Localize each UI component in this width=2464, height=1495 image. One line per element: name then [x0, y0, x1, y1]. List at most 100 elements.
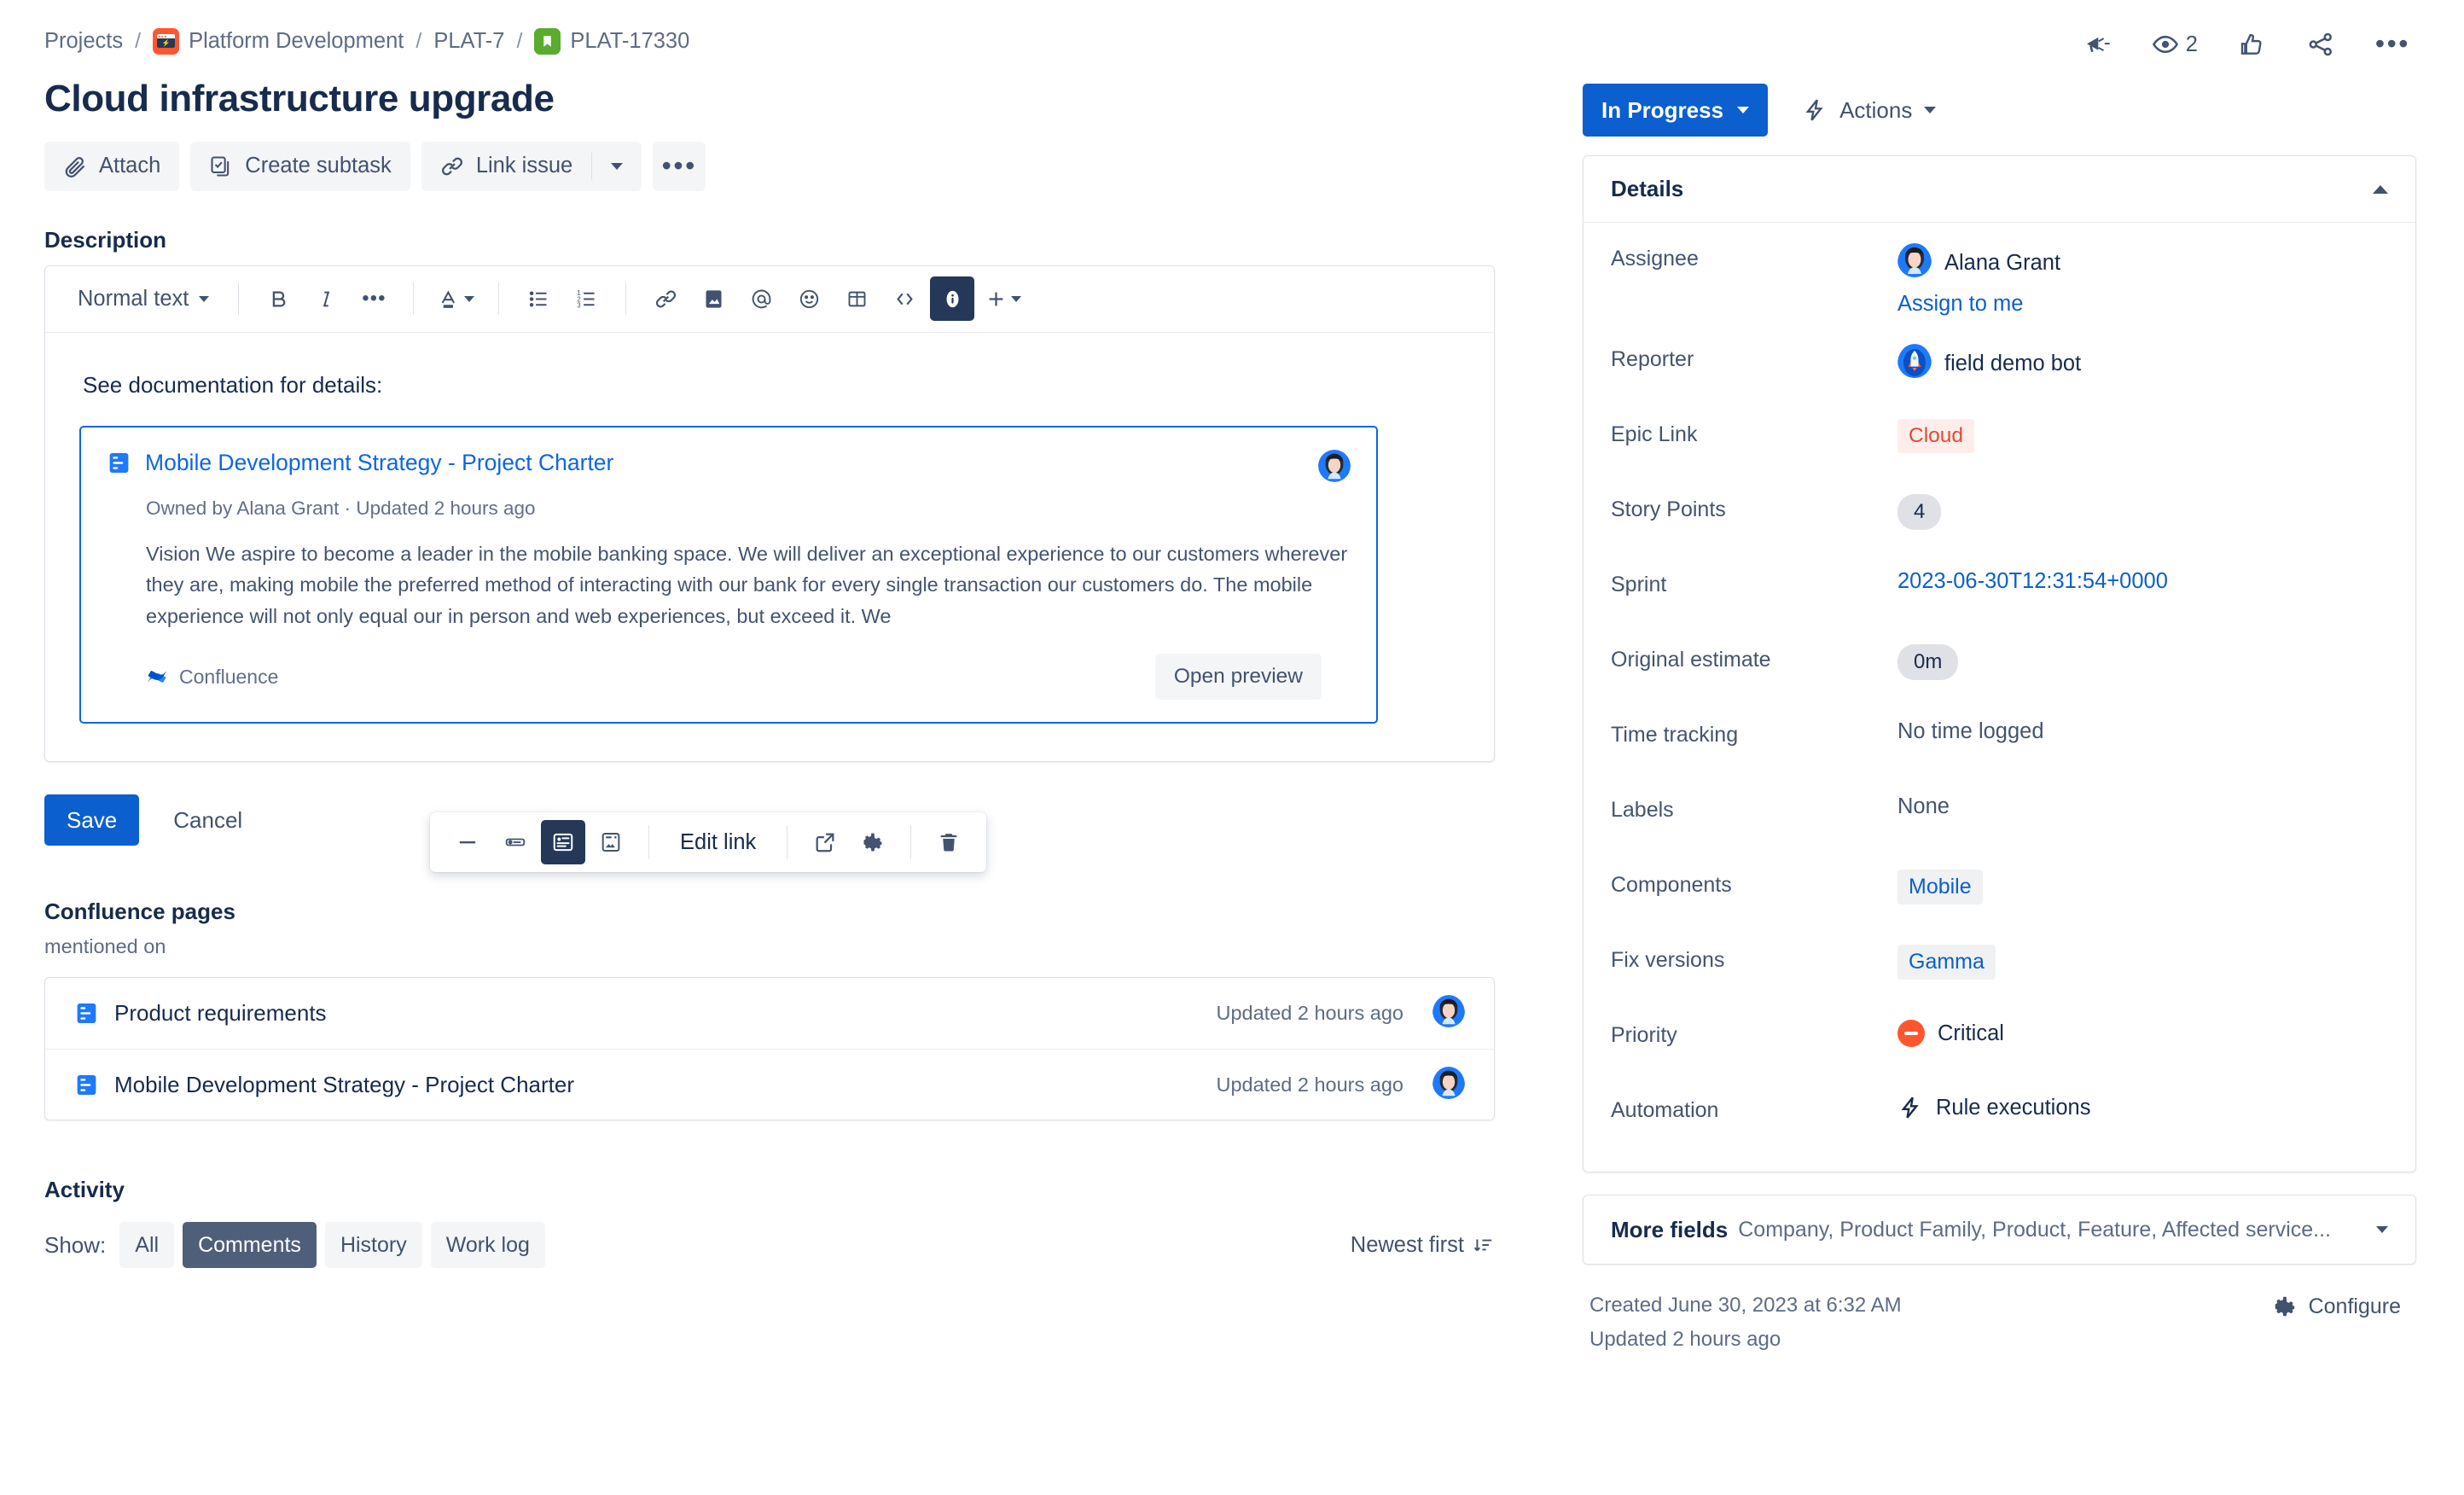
activity-title: Activity — [44, 1177, 125, 1203]
components-value[interactable]: Mobile — [1897, 870, 1983, 905]
assign-to-me-link[interactable]: Assign to me — [1897, 292, 2023, 317]
sprint-value[interactable]: 2023-06-30T12:31:54+0000 — [1897, 569, 2168, 594]
description-intro-text: See documentation for details: — [83, 371, 383, 398]
list-item[interactable]: Mobile Development Strategy - Project Ch… — [45, 1049, 1494, 1120]
breadcrumb-project-name[interactable]: Platform Development — [189, 29, 404, 54]
story-points-value[interactable]: 4 — [1897, 494, 1942, 530]
watchers-button[interactable]: 2 — [2146, 25, 2204, 64]
labels-value[interactable]: None — [1897, 794, 1950, 819]
sort-descending-icon — [1473, 1239, 1492, 1252]
field-value: Cloud — [1897, 416, 1975, 453]
attach-button[interactable]: Attach — [44, 141, 180, 191]
insert-more-button[interactable] — [978, 276, 1028, 321]
cancel-button[interactable]: Cancel — [160, 794, 256, 846]
original-estimate-value[interactable]: 0m — [1897, 644, 1959, 680]
link-issue-dropdown-button[interactable] — [592, 142, 642, 191]
vote-button[interactable] — [2233, 25, 2272, 64]
gear-icon — [863, 833, 882, 852]
display-card-button[interactable] — [541, 820, 585, 864]
display-url-button[interactable] — [445, 820, 490, 864]
give-feedback-button[interactable] — [2078, 25, 2117, 64]
field-value[interactable]: field demo bot — [1897, 340, 2081, 384]
display-inline-button[interactable] — [493, 820, 538, 864]
italic-button[interactable] — [304, 276, 348, 321]
link-settings-button[interactable] — [851, 820, 895, 864]
ellipsis-icon: ••• — [2374, 28, 2410, 60]
toolbar-divider-2 — [413, 282, 415, 316]
field-value[interactable]: Critical — [1897, 1016, 2004, 1047]
field-labels: Labels None — [1611, 791, 2388, 842]
breadcrumb-epic-key[interactable]: PLAT-7 — [433, 29, 504, 54]
issue-more-menu-button[interactable]: ••• — [2369, 30, 2416, 58]
more-fields-section[interactable]: More fields Company, Product Family, Pro… — [1583, 1195, 2416, 1265]
actions-dropdown-button[interactable]: Actions — [1788, 84, 1950, 137]
tab-all[interactable]: All — [119, 1222, 175, 1269]
bullet-list-button[interactable] — [516, 276, 561, 321]
confluence-page-icon — [109, 452, 129, 473]
updated-timestamp: Updated 2 hours ago — [1589, 1327, 1781, 1351]
embed-card-icon — [601, 832, 620, 852]
share-button[interactable] — [2301, 25, 2340, 64]
create-subtask-button[interactable]: Create subtask — [190, 141, 410, 191]
chevron-down-icon[interactable] — [2376, 1222, 2388, 1237]
fix-versions-value[interactable]: Gamma — [1897, 945, 1996, 980]
smart-card-title-link[interactable]: Mobile Development Strategy - Project Ch… — [145, 450, 613, 476]
confluence-smart-card[interactable]: Mobile Development Strategy - Project Ch… — [79, 425, 1378, 724]
configure-button[interactable]: Configure — [2264, 1288, 2409, 1324]
info-panel-button[interactable] — [930, 276, 975, 322]
chevron-up-icon[interactable] — [2373, 184, 2388, 194]
status-dropdown-button[interactable]: In Progress — [1583, 84, 1769, 137]
avatar — [1432, 995, 1465, 1032]
emoji-button[interactable] — [787, 276, 831, 321]
confluence-pages-title: Confluence pages — [44, 899, 235, 925]
epic-link-lozenge[interactable]: Cloud — [1897, 419, 1975, 453]
editor-content[interactable]: See documentation for details: Mobile De… — [45, 333, 1494, 761]
field-fix-versions: Fix versions Gamma — [1611, 941, 2388, 992]
tab-work-log[interactable]: Work log — [430, 1222, 545, 1269]
insert-link-button[interactable] — [643, 276, 688, 321]
save-button[interactable]: Save — [44, 794, 140, 846]
link-issue-button[interactable]: Link issue — [421, 142, 591, 191]
details-panel-body: Assignee Alana Grant Assign to me Report… — [1584, 223, 2415, 1172]
edit-link-button[interactable]: Edit link — [665, 822, 771, 864]
open-link-button[interactable] — [803, 820, 847, 864]
breadcrumb-issue-key[interactable]: PLAT-17330 — [570, 29, 689, 54]
details-panel-header[interactable]: Details — [1584, 156, 2415, 223]
bold-button[interactable] — [256, 276, 300, 321]
tab-history[interactable]: History — [324, 1222, 422, 1269]
activity-sort-label: Newest first — [1350, 1232, 1464, 1257]
display-embed-button[interactable] — [589, 820, 633, 864]
page-title[interactable]: Cloud infrastructure upgrade — [44, 77, 1583, 121]
confluence-page-name[interactable]: Mobile Development Strategy - Project Ch… — [114, 1072, 1201, 1098]
avatar — [1432, 1066, 1465, 1103]
smart-card-meta: Owned by Alana Grant · Updated 2 hours a… — [146, 497, 536, 519]
insert-table-button[interactable] — [834, 276, 879, 321]
field-value[interactable]: Rule executions — [1897, 1091, 2090, 1120]
more-actions-button[interactable]: ••• — [653, 141, 706, 191]
activity-sort-button[interactable]: Newest first — [1351, 1233, 1495, 1258]
assignee-user[interactable]: Alana Grant — [1897, 243, 2060, 283]
breadcrumb-projects[interactable]: Projects — [44, 29, 123, 54]
toolbar-divider-1 — [238, 282, 240, 316]
text-style-dropdown[interactable]: Normal text — [66, 280, 221, 318]
code-button[interactable] — [882, 276, 927, 321]
numbered-list-button[interactable]: 123 — [564, 276, 608, 321]
insert-image-button[interactable] — [691, 276, 735, 321]
field-sprint: Sprint 2023-06-30T12:31:54+0000 — [1611, 566, 2388, 617]
info-icon — [946, 290, 959, 308]
delete-link-button[interactable] — [927, 820, 971, 864]
list-item[interactable]: Product requirements Updated 2 hours ago — [45, 978, 1494, 1049]
field-value: 2023-06-30T12:31:54+0000 — [1897, 566, 2168, 594]
tab-comments[interactable]: Comments — [183, 1222, 317, 1269]
confluence-page-name[interactable]: Product requirements — [114, 1000, 1201, 1027]
more-formatting-button[interactable]: ••• — [352, 276, 396, 321]
breadcrumb-separator-2: / — [416, 28, 422, 53]
open-preview-button[interactable]: Open preview — [1154, 654, 1322, 701]
italic-icon — [323, 291, 329, 307]
mention-button[interactable] — [739, 276, 783, 321]
text-color-button[interactable] — [431, 276, 481, 321]
smart-card-header: Mobile Development Strategy - Project Ch… — [107, 449, 1351, 482]
field-value: Mobile — [1897, 866, 1983, 905]
editor-toolbar: Normal text ••• 123 — [45, 266, 1494, 333]
time-tracking-value[interactable]: No time logged — [1897, 719, 2044, 744]
